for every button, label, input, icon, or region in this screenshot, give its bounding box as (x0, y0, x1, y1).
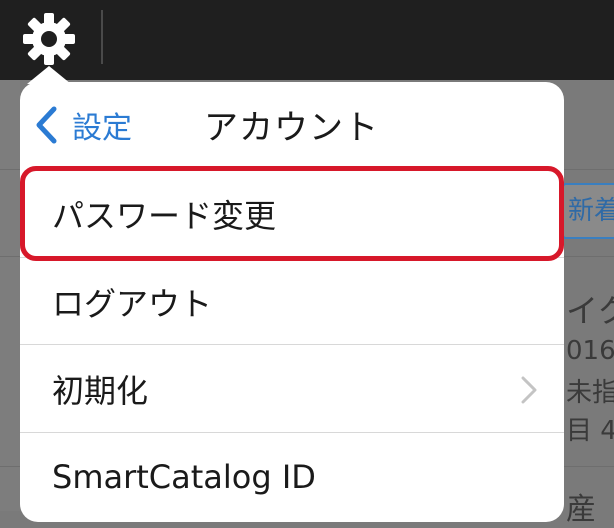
background-text: 016/ (566, 336, 614, 366)
background-text: イク (566, 292, 614, 330)
back-button[interactable]: 設定 (34, 102, 132, 148)
menu-item-label: ログアウト (52, 285, 213, 323)
menu-item-smartcatalog-id[interactable]: SmartCatalog ID (20, 433, 564, 521)
toolbar-divider (101, 10, 103, 64)
menu-item-label: パスワード変更 (52, 197, 277, 235)
menu-item-change-password[interactable]: パスワード変更 (20, 170, 564, 258)
account-popover: 設定 アカウント パスワード変更 ログアウト 初期化 SmartCatalog … (20, 82, 564, 522)
background-text: 未指定 (566, 378, 614, 408)
menu-item-label: 初期化 (52, 372, 149, 410)
new-arrivals-button[interactable]: 新着 (562, 183, 614, 239)
background-left-strip (0, 80, 20, 511)
settings-button[interactable] (18, 8, 80, 70)
menu-item-initialize[interactable]: 初期化 (20, 345, 564, 433)
back-button-label: 設定 (72, 111, 132, 146)
popover-title: アカウント (204, 108, 379, 148)
background-text: 産 (566, 492, 596, 527)
background-text: 目 42 (566, 416, 614, 446)
menu-item-label: SmartCatalog ID (52, 458, 316, 496)
gear-icon (23, 13, 75, 65)
chevron-left-icon (36, 106, 57, 144)
top-toolbar (0, 0, 614, 80)
menu-item-logout[interactable]: ログアウト (20, 258, 564, 346)
chevron-right-icon (521, 376, 537, 404)
popover-header: 設定 アカウント (20, 82, 564, 166)
